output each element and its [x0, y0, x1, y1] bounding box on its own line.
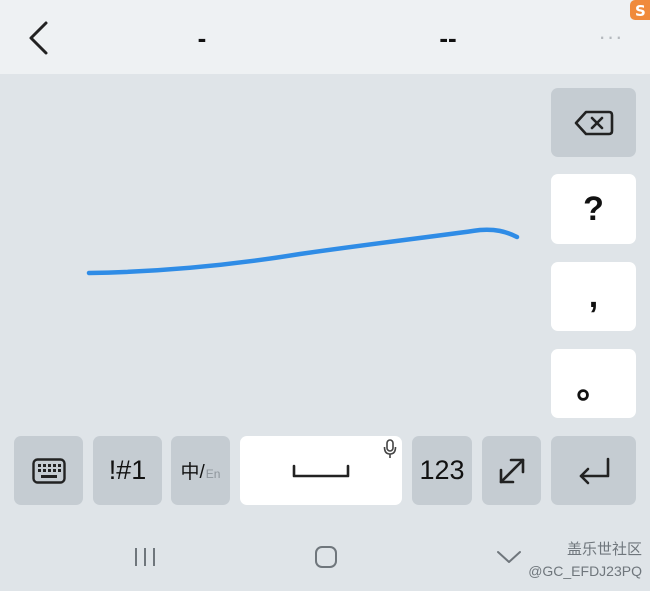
home-icon: [315, 546, 337, 568]
numbers-key[interactable]: 123: [412, 436, 472, 505]
app-badge-icon: S: [628, 0, 650, 24]
symbols-key[interactable]: !#1: [93, 436, 162, 505]
space-key[interactable]: [240, 436, 402, 505]
chevron-left-icon: [29, 21, 48, 55]
enter-key[interactable]: [551, 436, 636, 505]
language-main-label: 中/: [180, 462, 205, 483]
chevron-down-icon: [497, 551, 521, 563]
candidate-2[interactable]: --: [408, 18, 488, 58]
recent-apps-button[interactable]: [128, 540, 162, 574]
keyboard-icon: [31, 457, 66, 484]
expand-icon: [499, 458, 524, 483]
watermark-handle: @GC_EFDJ23PQ: [528, 563, 642, 579]
hide-keyboard-button[interactable]: [492, 540, 526, 574]
comma-key[interactable]: ,: [551, 262, 636, 331]
expand-keyboard-key[interactable]: [482, 436, 541, 505]
svg-text:S: S: [635, 2, 646, 20]
watermark-title: 盖乐世社区: [566, 541, 642, 558]
backspace-icon: [574, 110, 613, 135]
language-sub-label: En: [205, 466, 221, 481]
enter-icon: [579, 457, 609, 484]
more-options-button[interactable]: ···: [596, 24, 626, 49]
microphone-icon: [383, 439, 397, 458]
handwriting-stroke: [86, 227, 520, 276]
candidate-1[interactable]: -: [162, 18, 242, 58]
home-button[interactable]: [309, 540, 343, 574]
handwriting-pad[interactable]: [0, 74, 545, 430]
keyboard-switch-key[interactable]: [14, 436, 83, 505]
space-icon: [292, 464, 350, 477]
candidate-bar: - -- ··· S: [0, 0, 650, 74]
backspace-key[interactable]: [551, 88, 636, 157]
recents-icon: [135, 548, 155, 566]
question-mark-key[interactable]: ?: [551, 174, 636, 244]
back-button[interactable]: [18, 18, 58, 58]
language-switch-key[interactable]: 中/En: [171, 436, 230, 505]
period-key[interactable]: 。: [551, 349, 636, 418]
